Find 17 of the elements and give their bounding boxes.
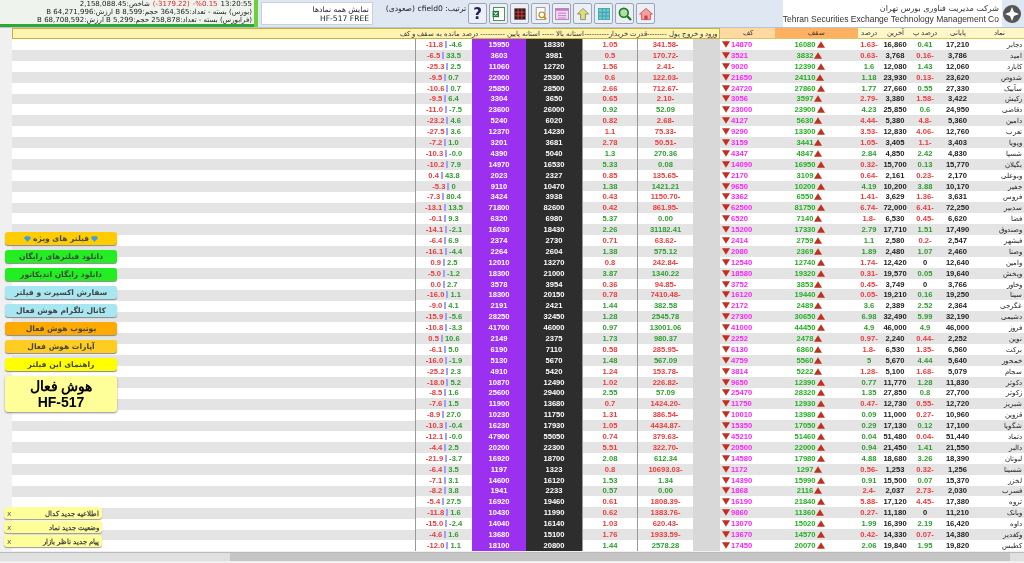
calendar-icon [553, 5, 570, 22]
company-name-english: Tehran Securities Exchange Technology Management Co [782, 13, 999, 24]
diamond-icon [23, 235, 31, 242]
home-icon [637, 5, 654, 22]
brand-name: هوش فعال [29, 378, 93, 394]
spreadsheet-icon [490, 5, 507, 22]
up-arrow-icon [574, 5, 591, 22]
horizontal-scrollbar[interactable] [0, 552, 1024, 562]
help-button[interactable]: ? [468, 3, 487, 24]
table-icon [595, 5, 612, 22]
brand-code: HF-517 [37, 394, 85, 410]
company-name: شرکت مدیریت فناوری بورس تهران [879, 3, 999, 14]
search-icon [616, 5, 633, 22]
separator-bar [254, 0, 258, 27]
toolbar-button[interactable] [510, 3, 529, 24]
diamond-icon [91, 235, 99, 242]
grid-icon [511, 5, 528, 22]
